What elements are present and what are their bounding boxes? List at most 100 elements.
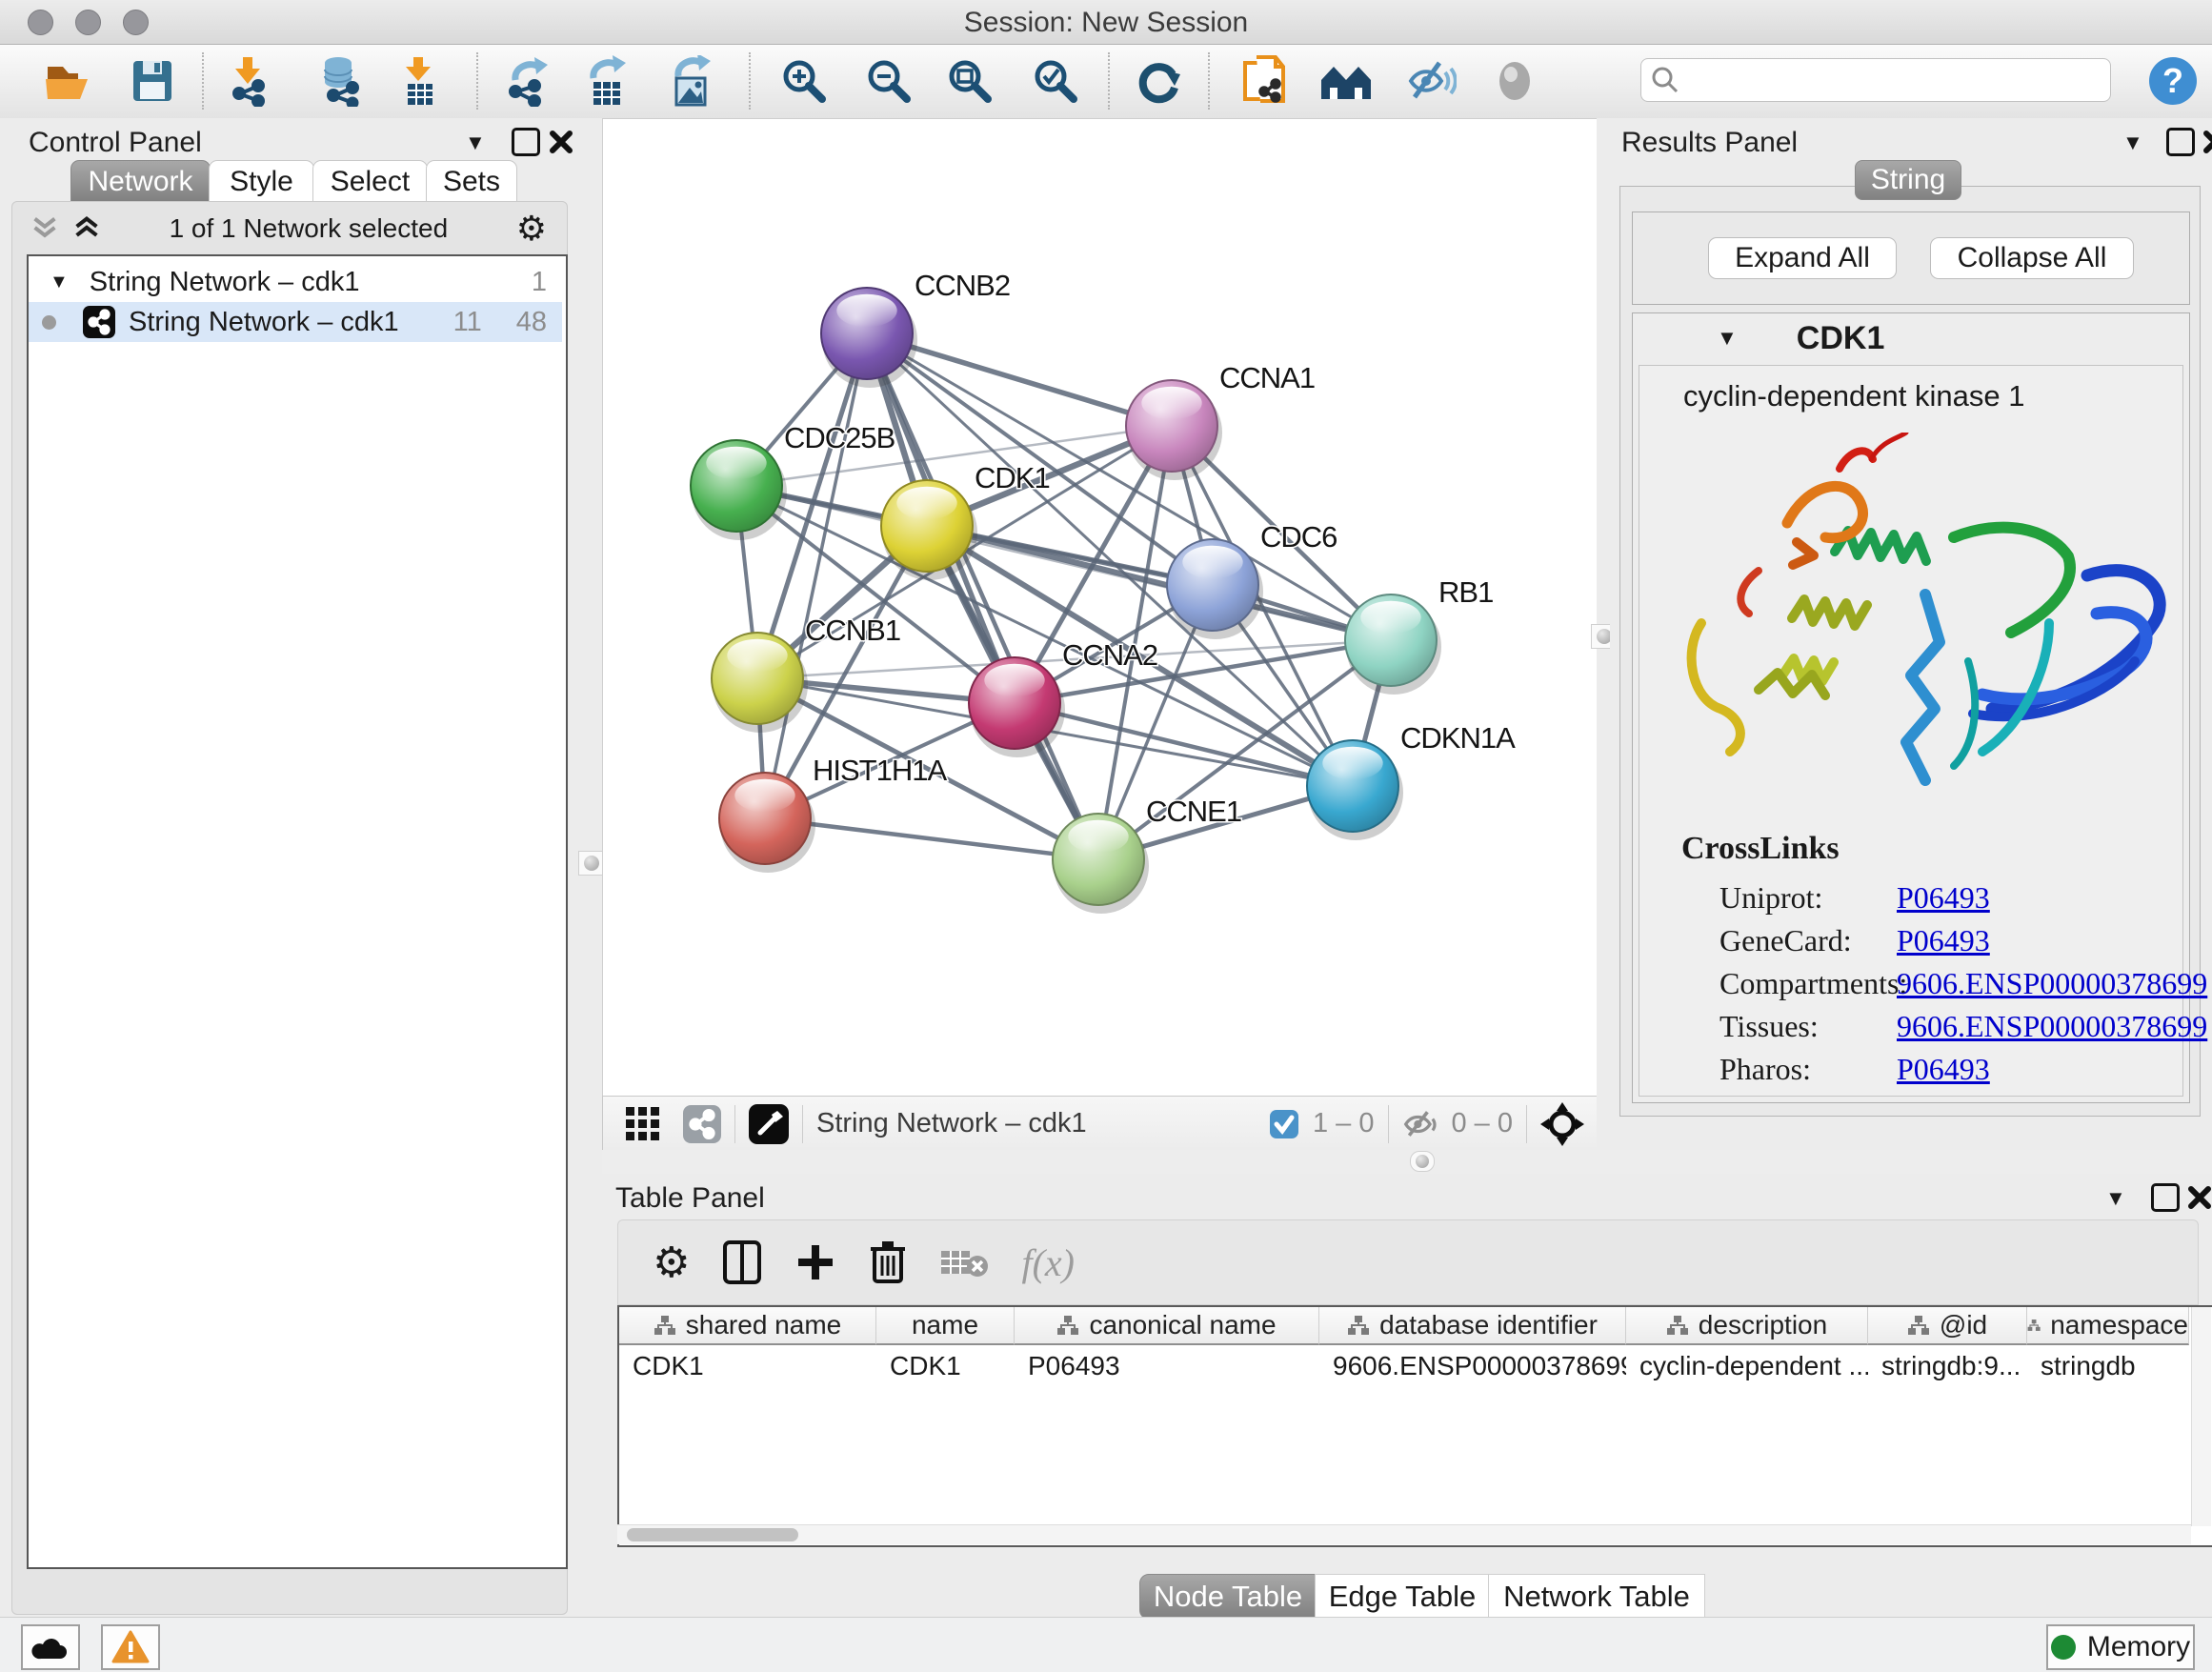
table-cell[interactable]: CDK1 <box>619 1347 876 1385</box>
vertical-splitter[interactable] <box>1597 118 1610 1150</box>
crosslink-value-link[interactable]: 9606.ENSP00000378699 <box>1897 966 2207 1001</box>
collapse-all-chevrons-icon[interactable] <box>30 214 59 243</box>
save-session-icon[interactable] <box>125 53 180 109</box>
function-builder-icon[interactable]: f(x) <box>1021 1240 1075 1285</box>
network-node-CDC25B[interactable]: CDC25B <box>691 421 895 540</box>
zoom-fit-icon[interactable] <box>942 53 997 109</box>
table-settings-gear-icon[interactable]: ⚙ <box>653 1239 690 1287</box>
column-header-database-identifier[interactable]: database identifier <box>1319 1307 1626 1345</box>
collapse-triangle-icon[interactable]: ▼ <box>1717 326 1738 351</box>
result-item-header[interactable]: ▼ CDK1 <box>1633 313 2189 363</box>
table-cell[interactable]: stringdb:9... <box>1868 1347 2027 1385</box>
table-cell[interactable]: CDK1 <box>876 1347 1015 1385</box>
crosslink-value-link[interactable]: P06493 <box>1897 880 1990 916</box>
network-node-CCNA1[interactable]: CCNA1 <box>1126 361 1315 480</box>
tab-select[interactable]: Select <box>312 160 428 203</box>
search-input[interactable] <box>1689 62 2110 98</box>
table-cell[interactable]: cyclin-dependent ... <box>1626 1347 1868 1385</box>
panel-menu-chevron-icon[interactable]: ▼ <box>2122 131 2143 155</box>
column-header-name[interactable]: name <box>876 1307 1015 1345</box>
show-eye-icon[interactable] <box>1487 53 1542 109</box>
navigator-crosshair-icon[interactable] <box>1540 1102 1584 1146</box>
zoom-selected-icon[interactable] <box>1028 53 1083 109</box>
network-badge-icon[interactable] <box>683 1105 721 1143</box>
refresh-icon[interactable] <box>1131 53 1186 109</box>
panel-float-icon[interactable] <box>512 128 540 156</box>
string-results-tab[interactable]: String <box>1855 160 1961 200</box>
tab-node-table[interactable]: Node Table <box>1139 1574 1317 1620</box>
export-table-icon[interactable] <box>578 53 633 109</box>
horizontal-splitter[interactable] <box>602 1150 2212 1174</box>
status-bar: Memory <box>0 1617 2212 1672</box>
network-node-CCNB1[interactable]: CCNB1 <box>712 614 900 733</box>
column-header-description[interactable]: description <box>1626 1307 1868 1345</box>
table-cell[interactable]: P06493 <box>1015 1347 1319 1385</box>
memory-button[interactable]: Memory <box>2046 1624 2195 1670</box>
column-header-namespace[interactable]: namespace <box>2027 1307 2189 1345</box>
zoom-out-icon[interactable] <box>861 53 916 109</box>
delete-column-trash-icon[interactable] <box>869 1239 907 1285</box>
hidden-eye-slash-icon[interactable] <box>1402 1107 1440 1141</box>
panel-close-icon[interactable] <box>549 130 573 154</box>
cloud-status-button[interactable] <box>21 1624 80 1670</box>
scrollbar-thumb[interactable] <box>627 1528 798 1541</box>
network-node-RB1[interactable]: RB1 <box>1345 575 1493 695</box>
network-node-CDK1[interactable]: CDK1 <box>881 461 1050 580</box>
first-neighbors-icon[interactable] <box>1237 53 1293 109</box>
column-header-canonical-name[interactable]: canonical name <box>1015 1307 1319 1345</box>
network-canvas[interactable]: CCNB2CCNA1CDC25BCDK1CDC6RB1CCNB1CCNA2CDK… <box>602 118 1599 1098</box>
network-node-CDKN1A[interactable]: CDKN1A <box>1307 721 1516 840</box>
import-network-database-icon[interactable] <box>312 53 368 109</box>
panel-close-icon[interactable] <box>2187 1185 2212 1210</box>
warning-status-button[interactable] <box>101 1624 160 1670</box>
network-collection-row[interactable]: ▼ String Network – cdk1 1 <box>29 262 562 302</box>
panel-menu-chevron-icon[interactable]: ▼ <box>2105 1186 2126 1211</box>
panel-menu-chevron-icon[interactable]: ▼ <box>465 131 486 155</box>
help-icon[interactable]: ? <box>2145 53 2201 109</box>
panel-close-icon[interactable] <box>2202 130 2212 154</box>
column-header-shared-name[interactable]: shared name <box>619 1307 876 1345</box>
open-file-icon[interactable] <box>40 53 95 109</box>
table-cell[interactable]: 9606.ENSP00000378699 <box>1319 1347 1626 1385</box>
network-node-CCNE1[interactable]: CCNE1 <box>1053 795 1241 914</box>
collection-expand-triangle-icon[interactable]: ▼ <box>50 272 69 293</box>
table-vertical-scrollbar[interactable] <box>2191 1307 2211 1526</box>
vertical-splitter[interactable] <box>579 118 602 1617</box>
expand-all-chevrons-icon[interactable] <box>72 214 101 243</box>
tab-edge-table[interactable]: Edge Table <box>1315 1574 1490 1620</box>
table-cell[interactable]: stringdb <box>2027 1347 2189 1385</box>
tab-sets[interactable]: Sets <box>426 160 517 203</box>
zoom-in-icon[interactable] <box>776 53 832 109</box>
crosslink-value-link[interactable]: P06493 <box>1897 1052 1990 1087</box>
column-header--id[interactable]: @id <box>1868 1307 2027 1345</box>
import-network-file-icon[interactable] <box>220 53 275 109</box>
expand-all-button[interactable]: Expand All <box>1708 237 1897 279</box>
search-box[interactable] <box>1640 58 2111 102</box>
show-columns-icon[interactable] <box>722 1239 762 1285</box>
grid-view-icon[interactable] <box>624 1105 662 1143</box>
export-image-icon[interactable] <box>663 53 718 109</box>
import-table-file-icon[interactable] <box>391 53 446 109</box>
collapse-all-button[interactable]: Collapse All <box>1930 237 2134 279</box>
tab-network-table[interactable]: Network Table <box>1488 1574 1705 1620</box>
splitter-handle[interactable] <box>1410 1151 1435 1172</box>
network-node-HIST1H1A[interactable]: HIST1H1A <box>719 754 947 873</box>
crosslink-value-link[interactable]: P06493 <box>1897 923 1990 958</box>
add-column-plus-icon[interactable] <box>794 1241 836 1283</box>
crosslink-value-link[interactable]: 9606.ENSP00000378699 <box>1897 1009 2207 1044</box>
home-networks-icon[interactable] <box>1318 53 1374 109</box>
table-horizontal-scrollbar[interactable] <box>617 1524 2191 1544</box>
selected-checkbox-icon[interactable] <box>1269 1109 1299 1139</box>
panel-float-icon[interactable] <box>2166 128 2195 156</box>
network-options-gear-icon[interactable]: ⚙ <box>516 209 547 249</box>
panel-float-icon[interactable] <box>2151 1183 2180 1212</box>
hide-selected-eye-slash-icon[interactable] <box>1403 53 1458 109</box>
network-view-title: String Network – cdk1 <box>816 1108 1087 1139</box>
tab-network[interactable]: Network <box>70 160 211 203</box>
tab-style[interactable]: Style <box>209 160 314 203</box>
detach-view-icon[interactable] <box>749 1104 789 1144</box>
delete-table-icon[interactable] <box>939 1243 989 1281</box>
network-row-selected[interactable]: String Network – cdk1 11 48 <box>29 302 562 342</box>
splitter-handle[interactable] <box>578 851 605 876</box>
export-network-icon[interactable] <box>500 53 555 109</box>
